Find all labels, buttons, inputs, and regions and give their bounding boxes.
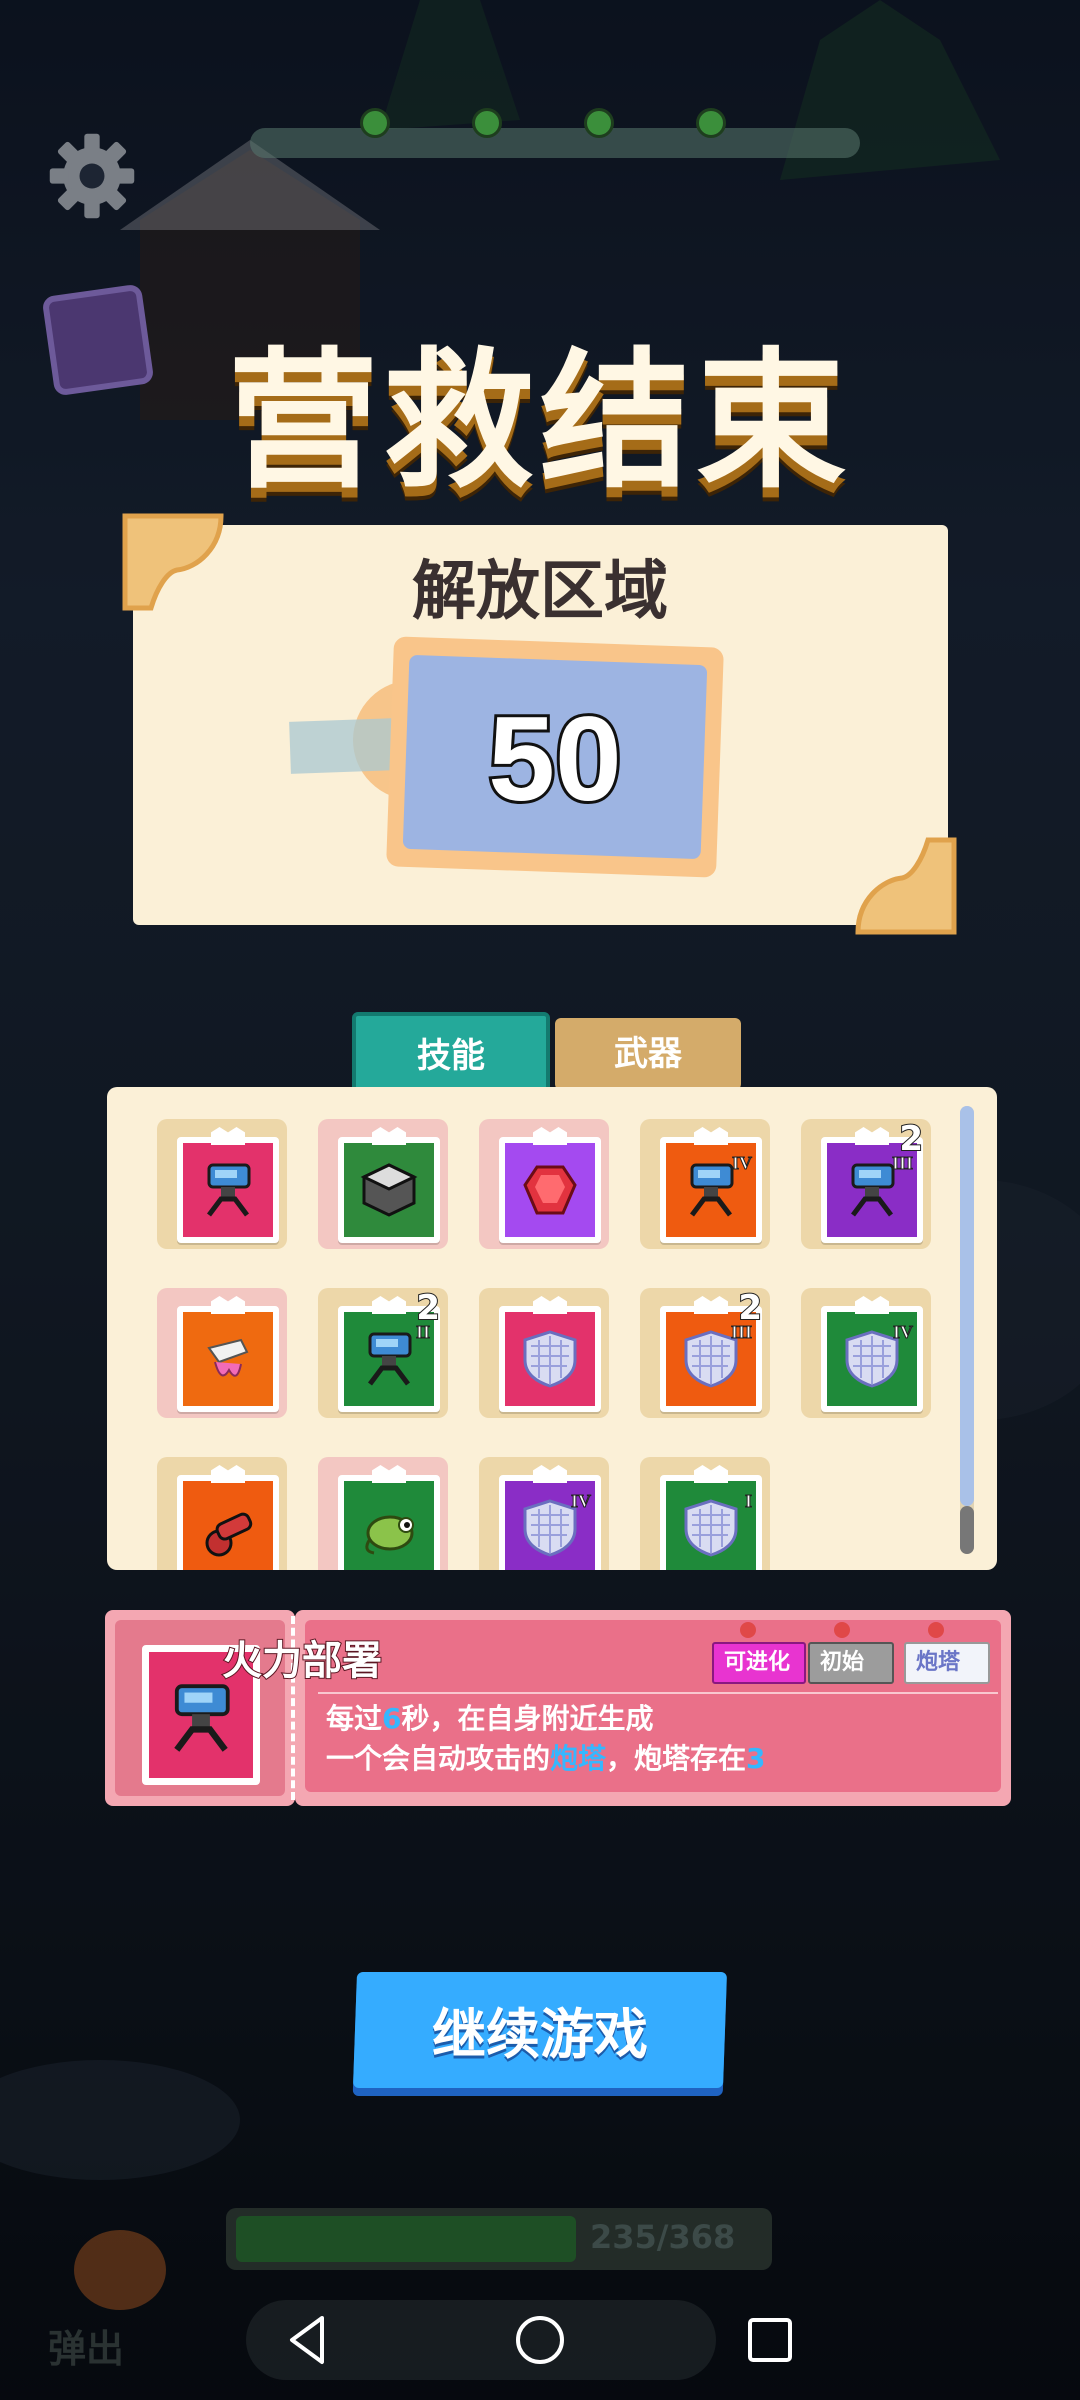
liberated-area-label: 解放区域 xyxy=(412,555,668,629)
level-numeral: I xyxy=(744,1491,752,1512)
skill-slot[interactable]: IV xyxy=(640,1119,770,1249)
recents-icon[interactable] xyxy=(740,2310,800,2370)
pin-icon xyxy=(928,1622,944,1638)
stage-node-icon xyxy=(696,108,726,138)
settings-gear-icon[interactable] xyxy=(44,128,140,224)
pin-icon xyxy=(740,1622,756,1638)
stack-count: 2 xyxy=(898,1118,924,1160)
turret-icon xyxy=(207,1163,251,1217)
shield-icon xyxy=(523,1330,577,1388)
stage-node-icon xyxy=(584,108,614,138)
skill-slot[interactable] xyxy=(318,1119,448,1249)
skill-slot[interactable] xyxy=(157,1457,287,1570)
card-clip-icon xyxy=(533,1127,567,1145)
stage-node-icon xyxy=(472,108,502,138)
skill-grid-panel[interactable]: IV III 2 II 2 III 2 IV IV I xyxy=(107,1087,997,1570)
card-clip-icon xyxy=(855,1296,889,1314)
shield-card: IV xyxy=(821,1296,923,1412)
turret-icon xyxy=(174,1684,230,1752)
badge-turret: 炮塔 xyxy=(904,1642,990,1684)
skill-slot[interactable] xyxy=(318,1457,448,1570)
grid-scrollbar-thumb[interactable] xyxy=(960,1106,974,1506)
card-clip-icon xyxy=(694,1296,728,1314)
home-icon[interactable] xyxy=(510,2310,570,2370)
card-clip-icon xyxy=(694,1465,728,1483)
cannon-icon xyxy=(205,1512,253,1557)
badge-evolvable: 可进化 xyxy=(712,1642,806,1684)
continue-game-label: 继续游戏 xyxy=(432,2003,648,2066)
skill-description-line-1: 每过6秒，在自身附近生成 xyxy=(326,1702,654,1735)
xp-progress-fill xyxy=(236,2216,576,2262)
skill-description-line-2: 一个会自动攻击的炮塔，炮塔存在3 xyxy=(326,1742,766,1775)
grid-scrollbar-end xyxy=(960,1506,974,1554)
card-clip-icon xyxy=(855,1127,889,1145)
skill-name: 火力部署 xyxy=(221,1637,383,1685)
stage-node-icon xyxy=(360,108,390,138)
back-icon[interactable] xyxy=(278,2310,338,2370)
shield-card xyxy=(499,1296,601,1412)
skill-slot[interactable] xyxy=(157,1288,287,1418)
badge-initial: 初始 xyxy=(808,1642,894,1684)
eject-button[interactable]: 弹出 xyxy=(48,2318,124,2373)
liberated-area-value: 50 xyxy=(485,689,624,829)
gem-card xyxy=(499,1127,601,1243)
turret-card: IV xyxy=(660,1127,762,1243)
corner-decoration-icon xyxy=(855,837,957,935)
card-clip-icon xyxy=(211,1465,245,1483)
chameleon-card xyxy=(338,1465,440,1570)
box-card xyxy=(338,1127,440,1243)
chameleon-icon xyxy=(365,1515,414,1555)
box-icon xyxy=(360,1163,418,1217)
card-clip-icon xyxy=(372,1127,406,1145)
card-clip-icon xyxy=(533,1296,567,1314)
tab-weapons[interactable]: 武器 xyxy=(555,1018,741,1090)
skill-slot[interactable] xyxy=(157,1119,287,1249)
pin-icon xyxy=(834,1622,850,1638)
stage-progress-track xyxy=(250,128,860,158)
card-clip-icon xyxy=(211,1127,245,1145)
skill-slot[interactable]: I xyxy=(640,1457,770,1570)
pumpkin-icon xyxy=(74,2230,166,2310)
shield-card: I xyxy=(660,1465,762,1570)
cannon-card xyxy=(177,1465,279,1570)
tentacle-card xyxy=(177,1296,279,1412)
turret-card xyxy=(177,1127,279,1243)
level-numeral: IV xyxy=(570,1491,591,1512)
card-clip-icon xyxy=(372,1465,406,1483)
page-title: 营救结束 xyxy=(227,335,852,509)
skill-slot[interactable]: IV xyxy=(479,1457,609,1570)
turret-icon xyxy=(368,1332,412,1386)
skill-slot[interactable] xyxy=(479,1288,609,1418)
tentacle-icon xyxy=(207,1338,249,1377)
skill-slot[interactable]: II 2 xyxy=(318,1287,448,1418)
level-numeral: IV xyxy=(731,1153,752,1174)
card-clip-icon xyxy=(211,1296,245,1314)
gem-icon xyxy=(523,1165,577,1215)
card-clip-icon xyxy=(694,1127,728,1145)
card-clip-icon xyxy=(372,1296,406,1314)
card-clip-icon xyxy=(533,1465,567,1483)
level-numeral: IV xyxy=(892,1322,913,1343)
shield-card: IV xyxy=(499,1465,601,1570)
skill-slot[interactable] xyxy=(479,1119,609,1249)
skill-slot[interactable]: III 2 xyxy=(640,1287,770,1418)
tape-decoration xyxy=(289,718,396,774)
xp-progress-text: 235/368 xyxy=(590,2218,736,2256)
shield-icon xyxy=(684,1499,738,1557)
skill-slot[interactable]: IV xyxy=(801,1288,931,1418)
stack-count: 2 xyxy=(737,1287,763,1329)
stack-count: 2 xyxy=(415,1287,441,1329)
skill-slot[interactable]: III 2 xyxy=(801,1118,931,1249)
